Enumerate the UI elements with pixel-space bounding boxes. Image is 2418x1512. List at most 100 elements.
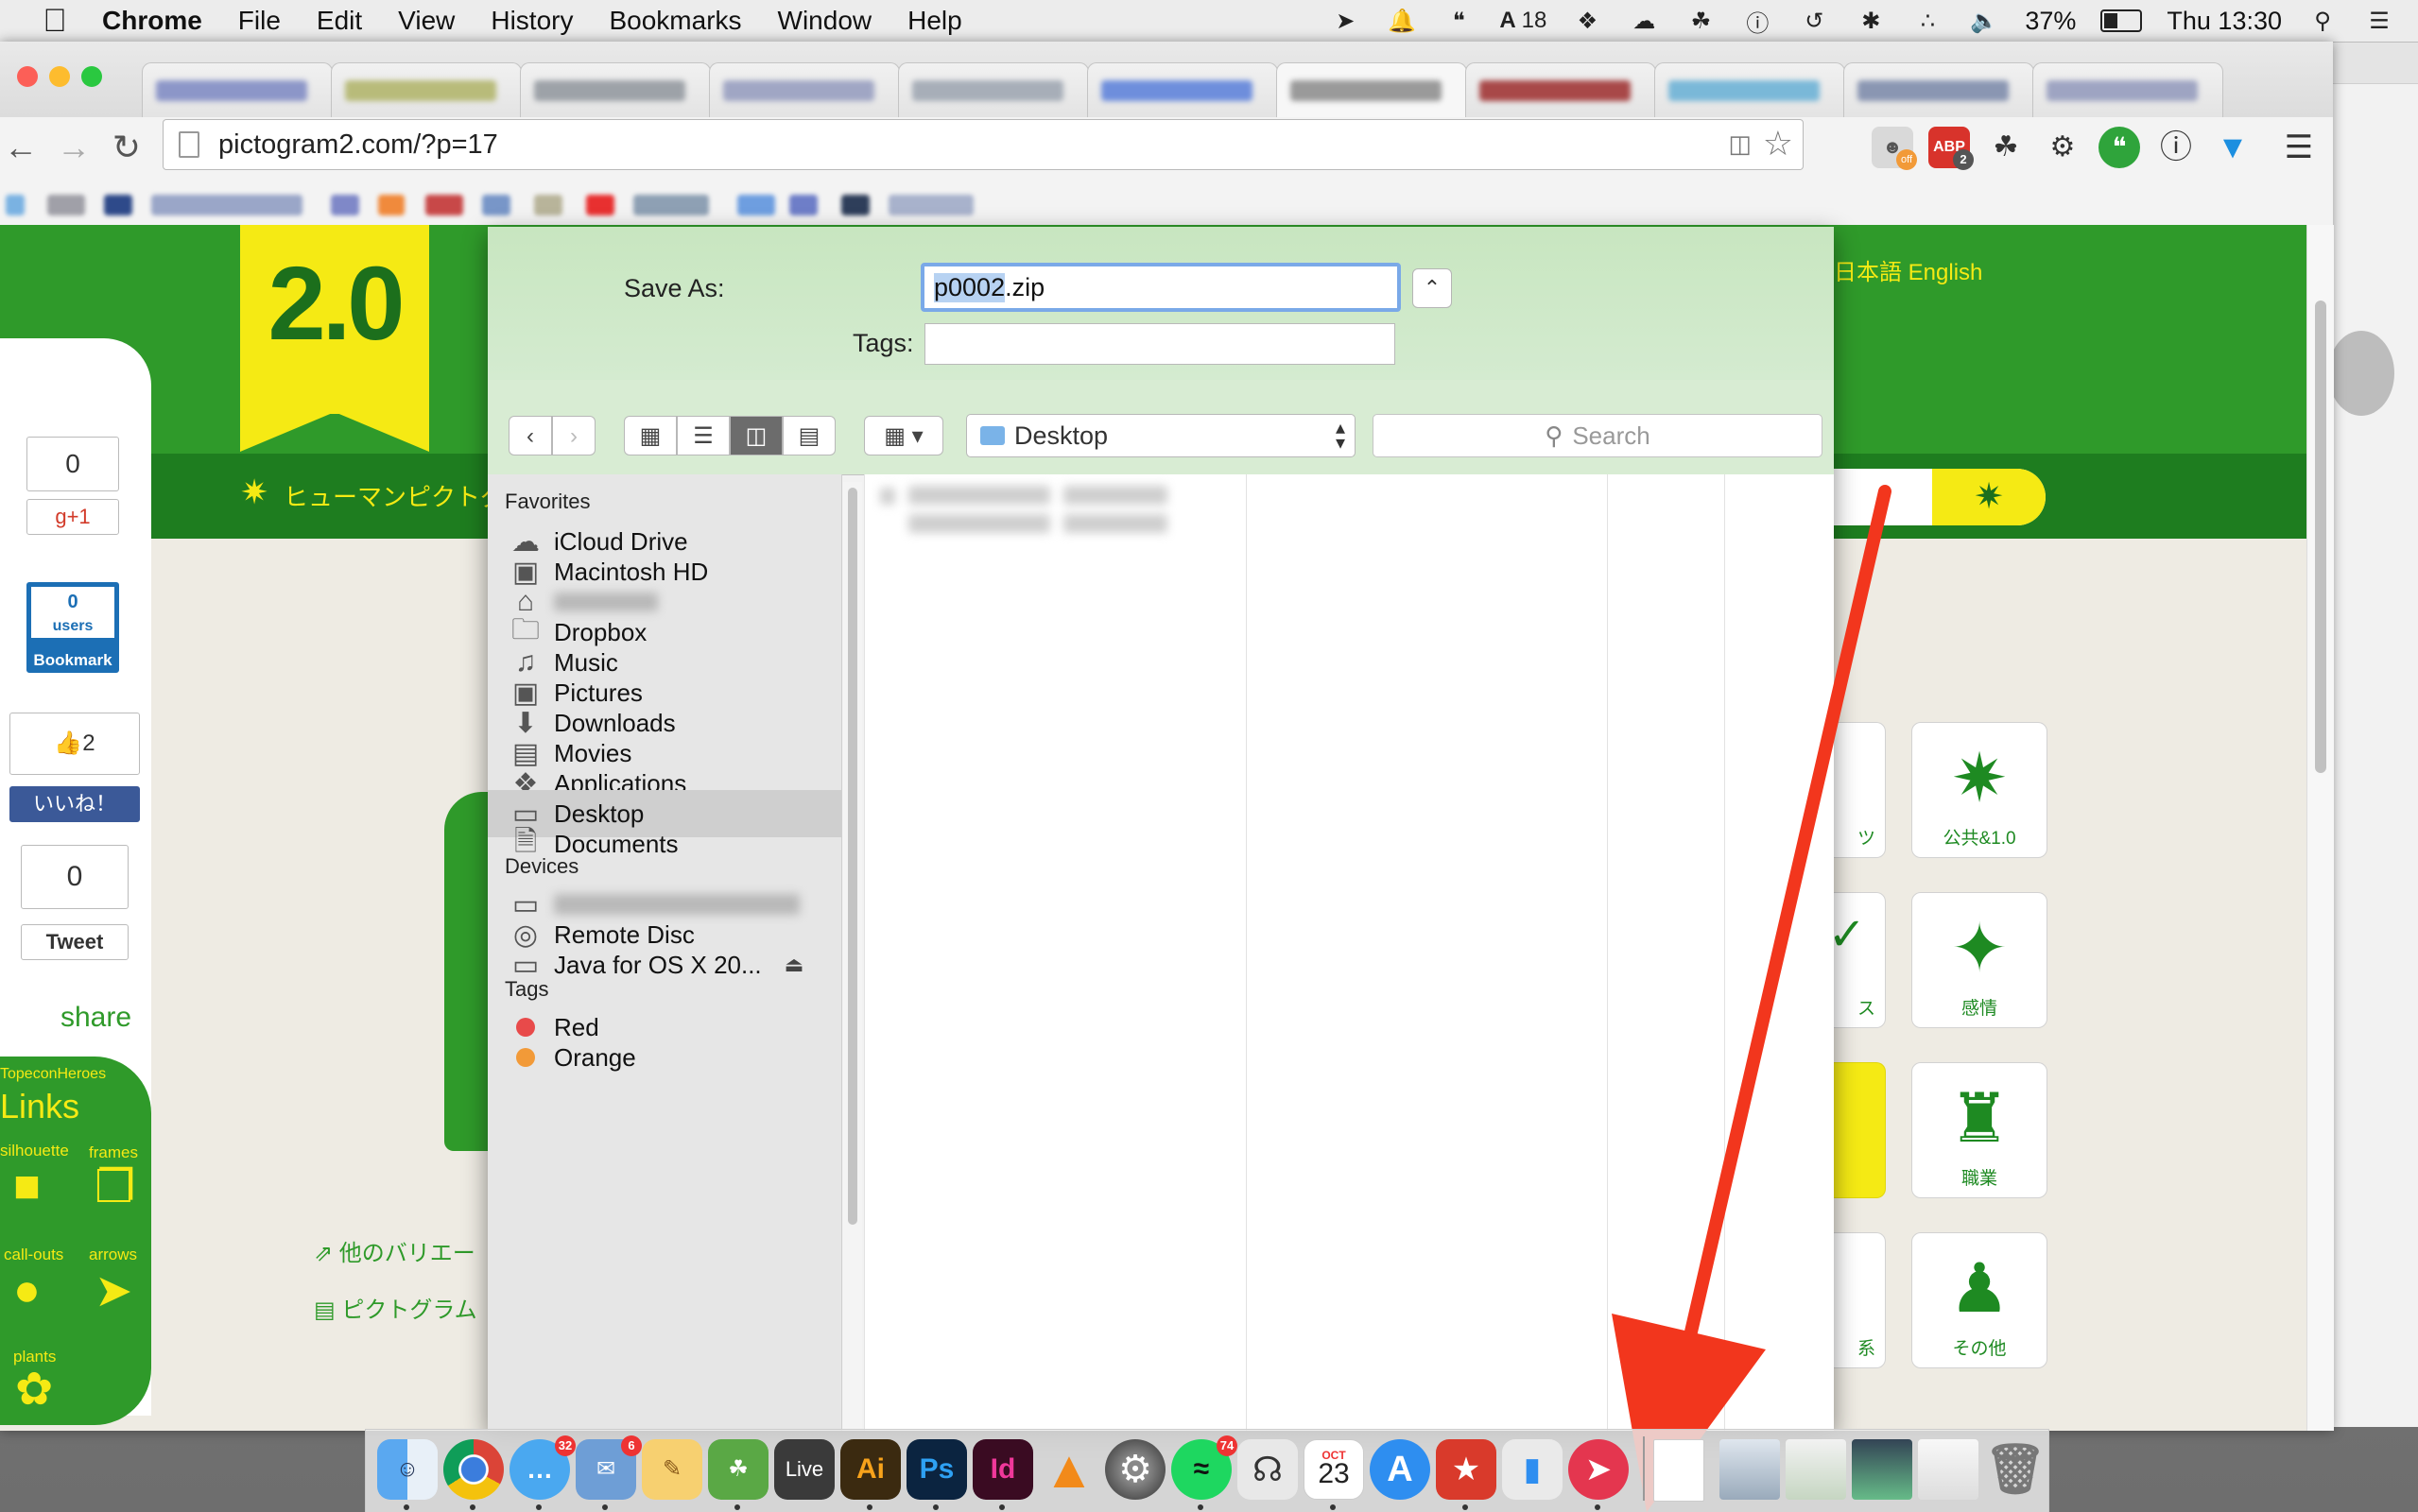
browser-tab[interactable] <box>709 62 900 118</box>
menu-help[interactable]: Help <box>907 6 962 36</box>
tags-input[interactable] <box>924 323 1395 365</box>
wifi-icon[interactable]: ∴ <box>1911 7 1943 35</box>
menu-clock[interactable]: Thu 13:30 <box>2167 7 2282 36</box>
info-icon[interactable]: ⓘ <box>1741 7 1773 37</box>
forward-nav-button[interactable]: › <box>552 416 596 455</box>
bookmark-item[interactable] <box>425 195 463 215</box>
browser-tab[interactable] <box>520 62 711 118</box>
arrange-menu-button[interactable]: ▦ ▾ <box>864 416 943 455</box>
browser-column-1[interactable] <box>864 474 1247 1431</box>
hatena-bookmark-button[interactable]: 0 users Bookmark <box>26 582 119 673</box>
menu-bookmarks[interactable]: Bookmarks <box>609 6 741 36</box>
category-tile-public[interactable]: ✷ 公共&1.0 <box>1911 722 2047 858</box>
browser-tab[interactable] <box>331 62 522 118</box>
pictogram-doc-link[interactable]: ▤ ピクトグラム <box>314 1291 477 1324</box>
evernote-dock-icon[interactable]: ☘ <box>708 1439 769 1500</box>
ableton-live-dock-icon[interactable]: Live <box>774 1439 835 1500</box>
chrome-menu-icon[interactable]: ☰ <box>2278 127 2320 168</box>
browser-tab-active[interactable] <box>1276 62 1467 118</box>
extension-ghost-icon[interactable]: ☻ off <box>1872 127 1917 170</box>
expand-dialog-button[interactable]: ⌃ <box>1412 268 1452 308</box>
time-machine-icon[interactable]: ↺ <box>1798 7 1830 35</box>
bookmark-star-icon[interactable]: ☆ <box>1763 124 1793 163</box>
bookmark-item[interactable] <box>47 195 85 215</box>
mail-dock-icon[interactable]: ✉ 6 <box>576 1435 642 1500</box>
page-scrollbar[interactable] <box>2306 225 2334 1431</box>
list-view-button[interactable]: ☰ <box>677 416 730 455</box>
notification-bell-icon[interactable]: 🔔 <box>1386 7 1418 35</box>
hangouts-extension-icon[interactable]: ❝ <box>2098 127 2140 168</box>
fb-like-button[interactable]: いいね！ <box>9 786 140 822</box>
browser-tab[interactable] <box>1087 62 1278 118</box>
site-search-button[interactable]: ✷ <box>1932 469 2046 525</box>
file-entry[interactable] <box>1063 514 1167 533</box>
app-store-dock-icon[interactable]: A <box>1370 1439 1430 1500</box>
illustrator-dock-icon[interactable]: Ai <box>840 1439 901 1500</box>
chrome-dock-icon[interactable] <box>443 1439 504 1500</box>
eject-icon[interactable]: ⏏ <box>785 953 804 977</box>
nav-link-human-pictogram[interactable]: ヒューマンピクトグ <box>284 478 505 513</box>
language-switch[interactable]: 日本語 English <box>1834 253 1982 286</box>
reeder-dock-icon[interactable]: ★ <box>1436 1439 1496 1500</box>
category-tile-occupation[interactable]: ♜ 職業 <box>1911 1062 2047 1198</box>
info-extension-icon[interactable]: ⓘ <box>2155 127 2197 168</box>
bookmark-item[interactable] <box>789 195 818 215</box>
file-entry[interactable] <box>908 486 1050 505</box>
pushbullet-extension-icon[interactable]: ⚙ <box>2042 127 2083 168</box>
bookmark-item[interactable] <box>841 195 870 215</box>
bookmark-item[interactable] <box>6 195 25 215</box>
file-entry[interactable] <box>908 514 1050 533</box>
browser-tab[interactable] <box>142 62 333 118</box>
save-as-filename-input[interactable]: p0002 .zip <box>921 263 1401 312</box>
file-entry[interactable] <box>1063 486 1167 505</box>
trash-dock-icon[interactable]: 🗑 <box>1984 1439 2045 1500</box>
headphones-dock-icon[interactable]: ☊ <box>1237 1439 1298 1500</box>
notes-dock-icon[interactable]: ✎ <box>642 1439 702 1500</box>
silhouette-icon[interactable]: ■ <box>13 1160 41 1212</box>
spotify-dock-icon[interactable]: ≈74 <box>1171 1435 1237 1500</box>
site-logo[interactable]: 2.0 <box>240 225 429 414</box>
minimized-window-thumbnail[interactable] <box>1786 1439 1846 1500</box>
category-tile-emotion[interactable]: ✦ 感情 <box>1911 892 2047 1028</box>
menu-view[interactable]: View <box>398 6 455 36</box>
browser-column-4[interactable] <box>1724 474 1834 1431</box>
frames-icon[interactable]: ❐ <box>95 1160 135 1213</box>
tweet-button[interactable]: Tweet <box>21 924 129 960</box>
battery-icon[interactable] <box>2100 9 2143 32</box>
evernote-icon[interactable]: ☘ <box>1684 7 1717 35</box>
minimized-window-thumbnail[interactable] <box>1719 1439 1780 1500</box>
menu-edit[interactable]: Edit <box>317 6 362 36</box>
browser-tab[interactable] <box>1843 62 2034 118</box>
search-field[interactable]: ⚲ Search <box>1373 414 1822 457</box>
bookmark-item[interactable] <box>889 195 974 215</box>
url-text[interactable]: pictogram2.com/?p=17 <box>218 129 498 161</box>
evernote-extension-icon[interactable]: ☘ <box>1985 127 2027 168</box>
indesign-dock-icon[interactable]: Id <box>973 1439 1033 1500</box>
category-tile-other[interactable]: ♟ その他 <box>1911 1232 2047 1368</box>
browser-column-2[interactable] <box>1246 474 1608 1431</box>
dropbox-icon[interactable]: ❖ <box>1571 7 1603 35</box>
bookmark-item[interactable] <box>104 195 132 215</box>
bluetooth-icon[interactable]: ✱ <box>1855 7 1887 35</box>
bookmark-item[interactable] <box>586 195 614 215</box>
pushbullet-icon[interactable]: ➤ <box>1329 7 1361 35</box>
bookmark-item[interactable] <box>331 195 359 215</box>
reload-icon[interactable]: ↻ <box>106 127 147 168</box>
minimized-window-thumbnail[interactable] <box>1852 1439 1912 1500</box>
sidebar-scrollbar[interactable] <box>843 482 862 1431</box>
calendar-dock-icon[interactable]: OCT 23 <box>1304 1439 1364 1500</box>
variations-link[interactable]: ⇗ 他のバリエー <box>314 1234 475 1267</box>
callout-icon[interactable]: ● <box>13 1264 41 1316</box>
gplus-button[interactable]: g+1 <box>26 499 119 535</box>
bookmark-item[interactable] <box>737 195 775 215</box>
spotlight-search-icon[interactable]: ⚲ <box>2306 7 2339 35</box>
menu-file[interactable]: File <box>238 6 281 36</box>
finder-dock-icon[interactable]: ☺ <box>377 1439 438 1500</box>
photoshop-dock-icon[interactable]: Ps <box>907 1439 967 1500</box>
adobe-icon[interactable]: A 18 <box>1499 7 1546 35</box>
menu-history[interactable]: History <box>491 6 573 36</box>
filter-extension-icon[interactable]: ▼ <box>2212 127 2254 168</box>
minimized-window-thumbnail[interactable] <box>1918 1439 1978 1500</box>
column-view-button[interactable]: ◫ <box>730 416 783 455</box>
pushbullet-dock-icon[interactable]: ➤ <box>1568 1439 1629 1500</box>
